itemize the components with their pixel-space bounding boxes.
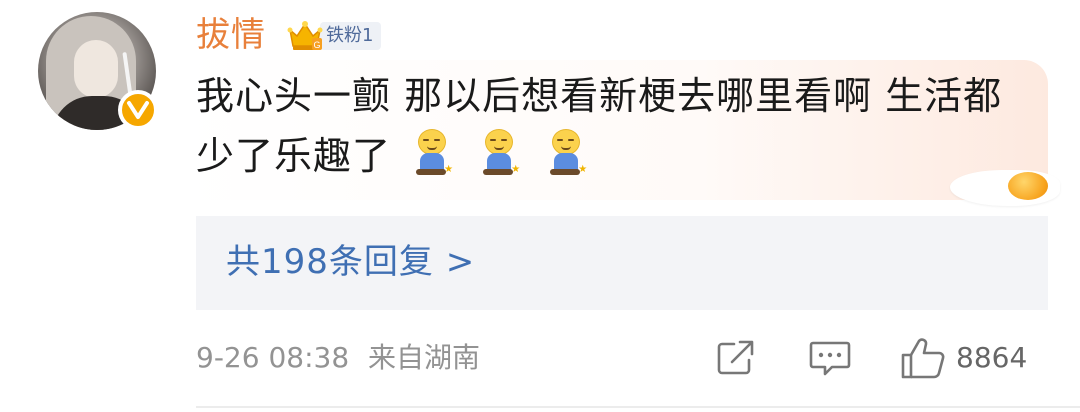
- verified-v-icon: [118, 90, 158, 130]
- fan-badge-label: 铁粉1: [320, 22, 382, 50]
- fried-egg-decoration-icon: [950, 162, 1062, 208]
- like-button[interactable]: 8864: [900, 338, 1028, 379]
- comment-icon: [809, 341, 851, 376]
- comment-meta: 9-26 08:38 来自湖南: [196, 338, 480, 378]
- replies-box[interactable]: 共198条回复 >: [196, 216, 1048, 310]
- comment-location: 来自湖南: [368, 341, 481, 374]
- share-icon: [717, 340, 754, 375]
- fan-badge[interactable]: G 铁粉1: [286, 18, 382, 54]
- comment-body: 我心头一颤 那以后想看新梗去哪里看啊 生活都少了乐趣了 ★ ★ ★: [196, 66, 1036, 186]
- username[interactable]: 拔情: [196, 14, 266, 56]
- svg-text:G: G: [313, 40, 320, 50]
- comment-button[interactable]: [808, 338, 852, 378]
- kneel-emoji-icon: ★: [412, 129, 453, 177]
- crown-icon: G: [286, 18, 324, 54]
- avatar-face: [74, 40, 118, 98]
- comment-text: 我心头一颤 那以后想看新梗去哪里看啊 生活都少了乐趣了: [196, 74, 1003, 178]
- share-button[interactable]: [716, 338, 756, 378]
- kneel-emoji-icon: ★: [546, 129, 587, 177]
- kneel-emoji-icon: ★: [479, 129, 520, 177]
- view-replies-link[interactable]: 共198条回复 >: [226, 240, 475, 284]
- thumbs-up-icon: [901, 338, 945, 379]
- comment-date: 9-26 08:38: [196, 341, 350, 374]
- divider: [196, 406, 1080, 408]
- like-count: 8864: [956, 341, 1028, 374]
